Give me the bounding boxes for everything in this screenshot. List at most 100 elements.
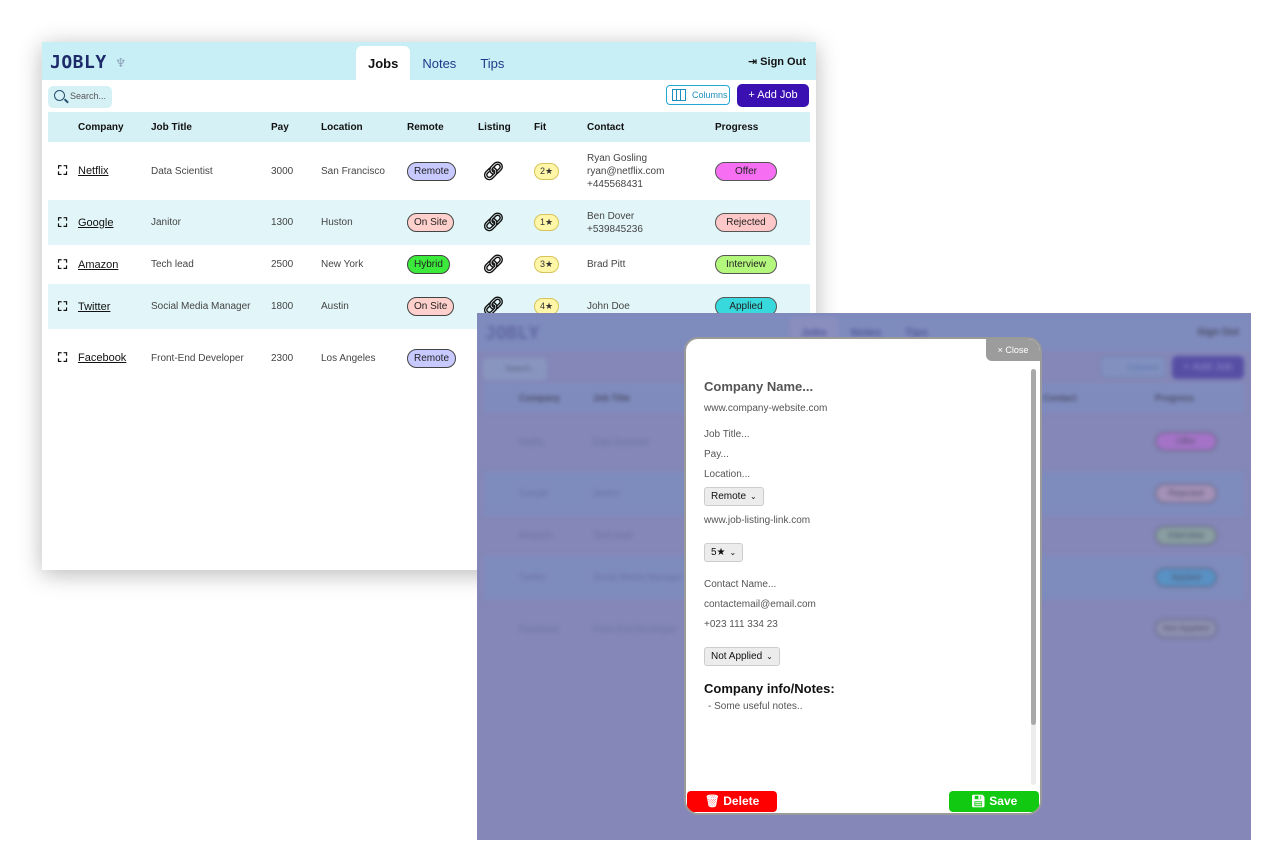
header-listing[interactable]: Listing bbox=[478, 112, 534, 142]
contact-phone: +539845236 bbox=[587, 223, 643, 235]
header-location[interactable]: Location bbox=[321, 112, 407, 142]
company-link: Twitter bbox=[519, 572, 546, 582]
save-button[interactable]: 💾︎ Save bbox=[949, 791, 1039, 812]
toolbar: Search... Columns + Add Job bbox=[42, 80, 816, 112]
header-fit[interactable]: Fit bbox=[534, 112, 587, 142]
add-job-button[interactable]: + Add Job bbox=[737, 84, 809, 107]
header-progress[interactable]: Progress bbox=[715, 112, 810, 142]
remote-badge[interactable]: Remote bbox=[407, 161, 457, 181]
close-button[interactable]: × Close bbox=[986, 339, 1040, 361]
job-title-cell: Front-End Developer bbox=[151, 329, 271, 387]
header-remote[interactable]: Remote bbox=[407, 112, 478, 142]
contact-phone: +445568431 bbox=[587, 178, 643, 190]
company-link[interactable]: Twitter bbox=[78, 301, 110, 313]
company-name-field[interactable]: Company Name... bbox=[704, 379, 813, 394]
contact-name: Ryan Gosling bbox=[587, 152, 648, 164]
progress-select[interactable]: Not Applied ⌄ bbox=[704, 647, 780, 666]
contact-email-field[interactable]: contactemail@email.com bbox=[704, 599, 816, 610]
tab-tips[interactable]: Tips bbox=[468, 46, 516, 80]
job-title-cell: Data Scientist bbox=[593, 437, 649, 447]
table-row[interactable]: ⛶ Amazon Tech lead 2500 New York Hybrid … bbox=[48, 245, 810, 284]
tab-jobs[interactable]: Jobs bbox=[356, 46, 411, 80]
columns-button[interactable]: Columns bbox=[666, 85, 730, 105]
pay-cell: 1800 bbox=[271, 284, 321, 329]
header-job-title: Job Title bbox=[593, 393, 630, 403]
expand-icon[interactable]: ⛶ bbox=[58, 350, 67, 365]
company-link: Amazon bbox=[519, 530, 553, 540]
job-title-cell: Data Scientist bbox=[151, 142, 271, 200]
search-input[interactable]: Search... bbox=[48, 86, 112, 108]
modal-window: JOBLY Jobs Notes Tips Sign Out Search...… bbox=[477, 313, 1251, 840]
company-link[interactable]: Netflix bbox=[78, 165, 109, 177]
job-title-cell: Social Media Manager bbox=[151, 284, 271, 329]
contact-name: Brad Pitt bbox=[587, 259, 626, 270]
job-title-cell: Front End Developer bbox=[593, 624, 677, 634]
listing-link-field[interactable]: www.job-listing-link.com bbox=[704, 515, 810, 526]
sign-out-icon: ⇥ bbox=[747, 56, 761, 68]
app-logo: JOBLY bbox=[485, 323, 540, 344]
search-input: Search... bbox=[483, 358, 547, 380]
expand-icon[interactable]: ⛶ bbox=[58, 163, 67, 178]
delete-button[interactable]: 🗑︎ Delete bbox=[687, 791, 777, 812]
pay-field[interactable]: Pay... bbox=[704, 449, 729, 460]
company-link[interactable]: Amazon bbox=[78, 259, 118, 271]
header-expand bbox=[48, 112, 78, 142]
table-header-row: Company Job Title Pay Location Remote Li… bbox=[48, 112, 810, 142]
location-cell: New York bbox=[321, 245, 407, 284]
company-link: Google bbox=[519, 488, 549, 498]
header-company: Company bbox=[519, 393, 561, 403]
notes-heading: Company info/Notes: bbox=[704, 681, 835, 696]
location-cell: Austin bbox=[321, 284, 407, 329]
header-job-title[interactable]: Job Title bbox=[151, 112, 271, 142]
expand-icon[interactable]: ⛶ bbox=[58, 299, 67, 314]
location-cell: Huston bbox=[321, 200, 407, 245]
remote-badge[interactable]: On Site bbox=[407, 297, 455, 316]
location-field[interactable]: Location... bbox=[704, 469, 750, 480]
remote-badge[interactable]: On Site bbox=[407, 213, 455, 232]
sign-out-button[interactable]: ⇥ Sign Out bbox=[748, 55, 806, 68]
columns-icon bbox=[672, 89, 686, 101]
table-row[interactable]: ⛶ Google Janitor 1300 Huston On Site 🔗︎ … bbox=[48, 200, 810, 245]
contact-cell: Ben Dover +539845236 bbox=[587, 200, 715, 245]
remote-select[interactable]: Remote ⌄ bbox=[704, 487, 764, 506]
company-website-field[interactable]: www.company-website.com bbox=[704, 403, 827, 414]
table-row[interactable]: ⛶ Netflix Data Scientist 3000 San Franci… bbox=[48, 142, 810, 200]
tab-notes[interactable]: Notes bbox=[410, 46, 468, 80]
fit-badge: 2★ bbox=[534, 162, 560, 180]
header-contact: Contact bbox=[1043, 393, 1077, 403]
header-progress: Progress bbox=[1155, 393, 1195, 403]
company-link[interactable]: Facebook bbox=[78, 352, 126, 364]
company-link[interactable]: Google bbox=[78, 217, 113, 229]
job-title-cell: Janitor bbox=[151, 200, 271, 245]
contact-cell: Ryan Gosling ryan@netflix.com +445568431 bbox=[587, 142, 715, 200]
job-title-cell: Social Media Manager bbox=[593, 572, 683, 582]
expand-icon[interactable]: ⛶ bbox=[58, 215, 67, 230]
progress-badge: Rejected bbox=[1155, 484, 1217, 503]
progress-badge: Offer bbox=[1155, 432, 1217, 451]
progress-badge[interactable]: Interview bbox=[715, 255, 777, 274]
header-pay[interactable]: Pay bbox=[271, 112, 321, 142]
header-contact[interactable]: Contact bbox=[587, 112, 715, 142]
job-title-cell: Tech lead bbox=[593, 530, 632, 540]
chevron-down-icon: ⌄ bbox=[750, 492, 757, 501]
job-title-field[interactable]: Job Title... bbox=[704, 429, 750, 440]
listing-link-icon[interactable]: 🔗︎ bbox=[482, 212, 505, 232]
notes-textarea[interactable]: - Some useful notes.. bbox=[708, 701, 803, 712]
fit-select[interactable]: 5★ ⌄ bbox=[704, 543, 744, 562]
app-logo[interactable]: JOBLY ♆ bbox=[50, 52, 126, 73]
remote-badge[interactable]: Hybrid bbox=[407, 255, 450, 274]
progress-badge[interactable]: Rejected bbox=[715, 213, 777, 232]
progress-badge[interactable]: Offer bbox=[715, 161, 777, 181]
company-link: Netflix bbox=[519, 437, 545, 447]
remote-badge[interactable]: Remote bbox=[407, 348, 457, 368]
contact-name-field[interactable]: Contact Name... bbox=[704, 579, 776, 590]
save-icon: 💾︎ bbox=[970, 794, 990, 808]
header-company[interactable]: Company bbox=[78, 112, 151, 142]
contact-phone-field[interactable]: +023 111 334 23 bbox=[704, 619, 778, 630]
expand-icon[interactable]: ⛶ bbox=[58, 257, 67, 272]
listing-link-icon[interactable]: 🔗︎ bbox=[482, 161, 505, 181]
pay-cell: 1300 bbox=[271, 200, 321, 245]
scrollbar-thumb[interactable] bbox=[1031, 369, 1036, 725]
listing-link-icon[interactable]: 🔗︎ bbox=[482, 254, 505, 274]
contact-cell: Brad Pitt bbox=[587, 245, 715, 284]
